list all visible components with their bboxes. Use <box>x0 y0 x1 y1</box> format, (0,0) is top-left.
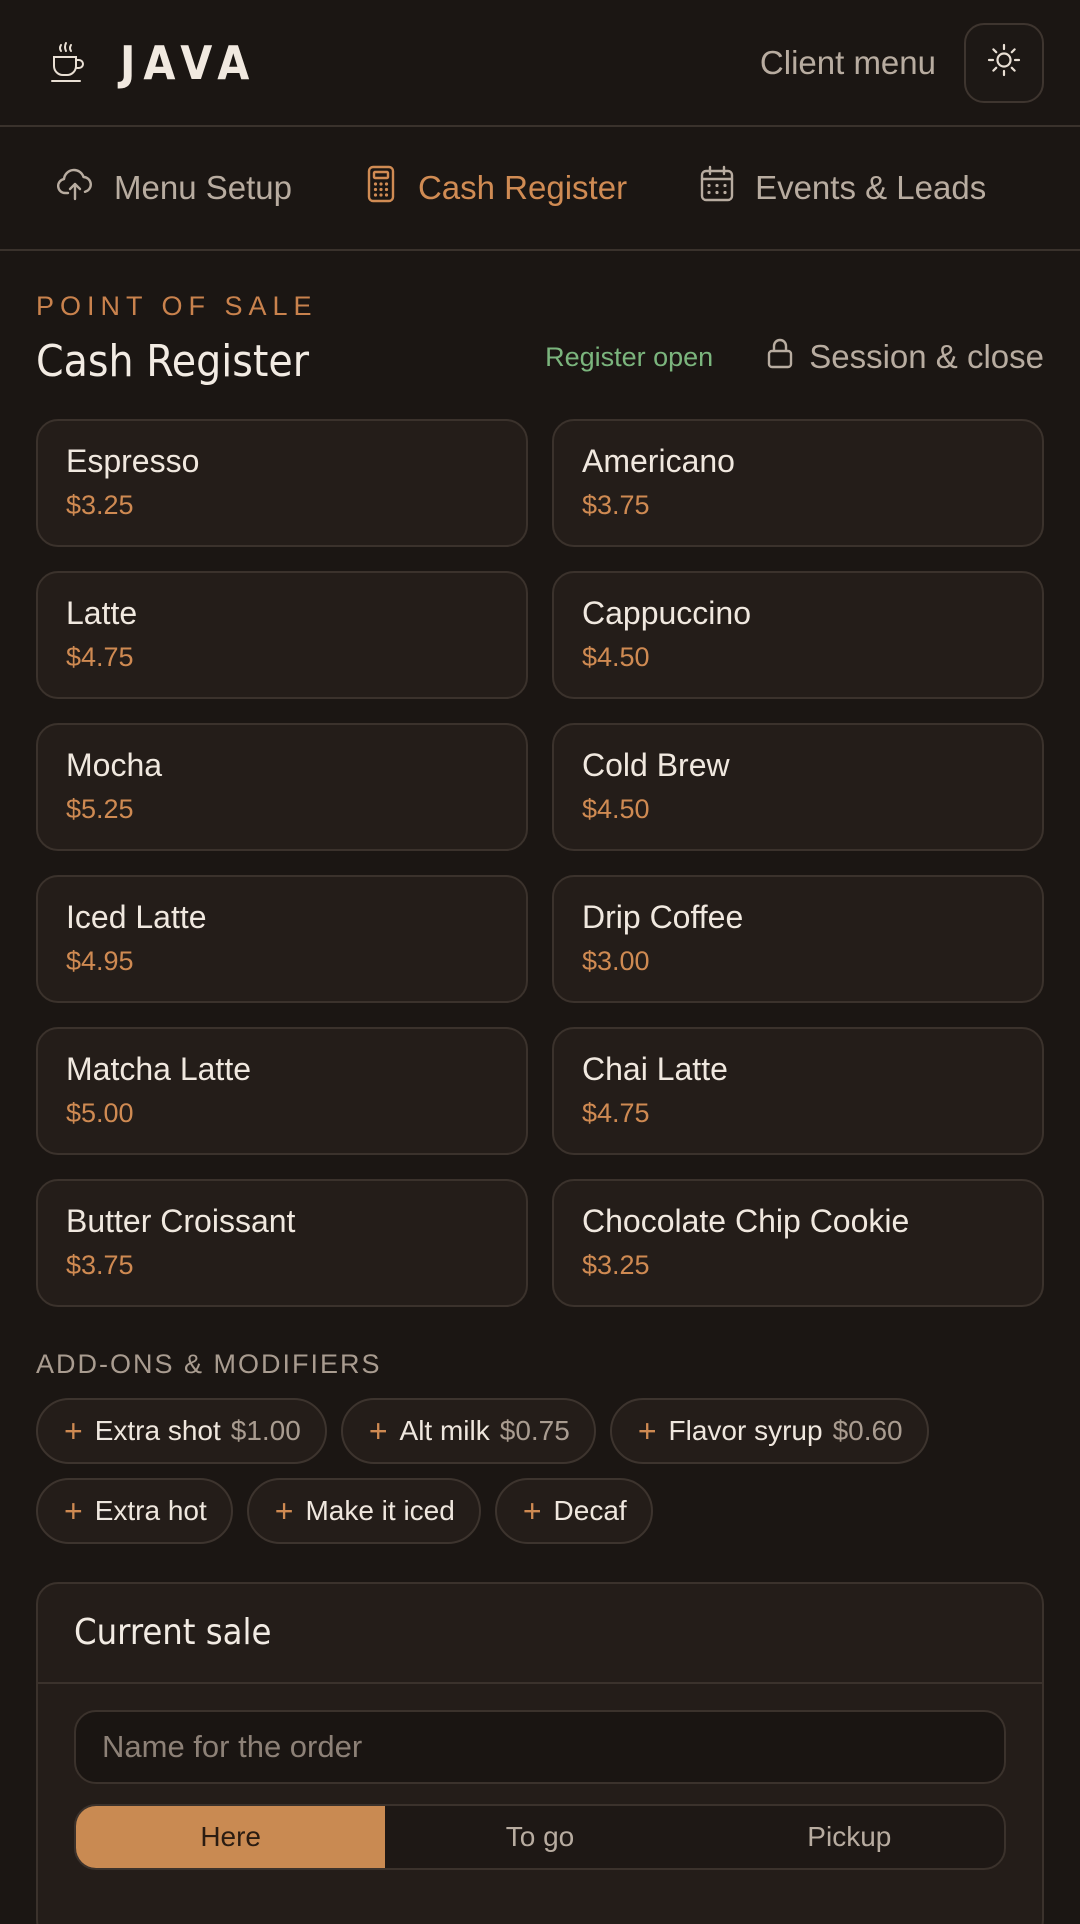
product-price: $5.00 <box>66 1098 134 1128</box>
plus-icon: + <box>274 1492 294 1529</box>
product-price: $4.50 <box>582 642 650 672</box>
addon-chip[interactable]: + Extra shot $1.00 <box>36 1398 327 1464</box>
product-tile[interactable]: Drip Coffee $3.00 <box>552 875 1044 1003</box>
product-price: $4.75 <box>582 1098 650 1128</box>
addon-chip[interactable]: + Decaf <box>494 1478 653 1544</box>
product-name: Espresso <box>66 443 200 479</box>
tab-label: Menu Setup <box>114 169 292 206</box>
product-price: $4.95 <box>66 946 134 976</box>
current-sale-panel: Current sale Here To go Pickup <box>36 1582 1044 1924</box>
addon-chip-list: + Extra shot $1.00 + Alt milk $0.75 + Flavor … <box>0 1398 1080 1558</box>
product-grid: Espresso $3.25 Americano $3.75 Latte $4.75 … <box>0 419 1080 1307</box>
product-price: $4.50 <box>582 794 650 824</box>
product-name: Americano <box>582 443 735 479</box>
product-name: Drip Coffee <box>582 899 744 935</box>
plus-icon: + <box>368 1412 388 1449</box>
product-name: Matcha Latte <box>66 1051 251 1087</box>
lock-icon <box>765 337 809 377</box>
tab-cash-register[interactable]: Cash Register <box>364 165 627 211</box>
product-name: Chocolate Chip Cookie <box>582 1203 910 1239</box>
product-price: $4.75 <box>66 642 134 672</box>
addon-chip[interactable]: + Make it iced <box>246 1478 481 1544</box>
addon-label: Flavor syrup <box>668 1415 823 1446</box>
register-status-badge: Register open <box>545 341 714 372</box>
sale-header: Current sale <box>38 1584 1042 1684</box>
product-tile[interactable]: Iced Latte $4.95 <box>36 875 528 1003</box>
plus-icon: + <box>637 1412 657 1449</box>
tab-menu-setup[interactable]: Menu Setup <box>56 165 292 211</box>
product-name: Mocha <box>66 747 163 783</box>
product-name: Cold Brew <box>582 747 730 783</box>
coffee-cup-icon <box>50 40 90 86</box>
product-name: Chai Latte <box>582 1051 728 1087</box>
addon-price: $0.60 <box>832 1415 903 1446</box>
addon-label: Make it iced <box>305 1495 455 1526</box>
plus-icon: + <box>64 1492 83 1529</box>
order-type-pickup[interactable]: Pickup <box>695 1806 1004 1868</box>
addon-label: Extra shot <box>94 1415 221 1446</box>
addon-label: Decaf <box>553 1495 627 1526</box>
sale-body: Here To go Pickup <box>38 1684 1042 1896</box>
brand-logo-text[interactable]: JAVA <box>120 36 257 90</box>
product-tile[interactable]: Matcha Latte $5.00 <box>36 1027 528 1155</box>
theme-toggle-button[interactable] <box>964 22 1044 103</box>
page-header: POINT OF SALE Cash Register Register ope… <box>0 251 1080 419</box>
session-close-label: Session & close <box>809 338 1044 375</box>
product-name: Butter Croissant <box>66 1203 296 1239</box>
order-name-input[interactable] <box>74 1710 1006 1784</box>
product-name: Iced Latte <box>66 899 207 935</box>
product-name: Latte <box>66 595 138 631</box>
addon-chip[interactable]: + Extra hot <box>36 1478 233 1544</box>
product-name: Cappuccino <box>582 595 751 631</box>
tab-events-leads[interactable]: Events & Leads <box>699 165 986 211</box>
product-tile[interactable]: Chocolate Chip Cookie $3.25 <box>552 1179 1044 1307</box>
top-bar: JAVA Client menu <box>0 0 1080 127</box>
order-type-here[interactable]: Here <box>76 1806 386 1868</box>
plus-icon: + <box>64 1412 83 1449</box>
addon-label: Alt milk <box>399 1415 490 1446</box>
plus-icon: + <box>522 1492 542 1529</box>
addons-heading: ADD-ONS & MODIFIERS <box>36 1349 382 1379</box>
session-close-button[interactable]: Session & close <box>765 337 1044 377</box>
tab-label: Cash Register <box>417 169 628 206</box>
product-tile[interactable]: Chai Latte $4.75 <box>552 1027 1044 1155</box>
main-nav: Menu Setup Cash Register Events & Leads <box>0 127 1080 251</box>
product-tile[interactable]: Espresso $3.25 <box>36 419 528 547</box>
order-type-selector: Here To go Pickup <box>74 1804 1006 1870</box>
product-tile[interactable]: Cold Brew $4.50 <box>552 723 1044 851</box>
client-menu-link[interactable]: Client menu <box>760 44 936 82</box>
page-eyebrow: POINT OF SALE <box>36 291 318 321</box>
order-type-to-go[interactable]: To go <box>385 1806 694 1868</box>
product-price: $3.75 <box>66 1250 134 1280</box>
calendar-icon <box>699 165 755 211</box>
product-price: $3.75 <box>582 490 650 520</box>
addon-chip[interactable]: + Flavor syrup $0.60 <box>609 1398 929 1464</box>
addon-price: $0.75 <box>499 1415 570 1446</box>
product-price: $5.25 <box>66 794 134 824</box>
product-price: $3.25 <box>582 1250 650 1280</box>
product-tile[interactable]: Latte $4.75 <box>36 571 528 699</box>
sun-icon <box>986 42 1022 83</box>
addon-chip[interactable]: + Alt milk $0.75 <box>340 1398 596 1464</box>
addon-label: Extra hot <box>94 1495 207 1526</box>
cloud-upload-icon <box>56 165 114 211</box>
product-price: $3.25 <box>66 490 134 520</box>
product-tile[interactable]: Mocha $5.25 <box>36 723 528 851</box>
calculator-icon <box>364 165 418 211</box>
product-price: $3.00 <box>582 946 650 976</box>
addon-price: $1.00 <box>230 1415 301 1446</box>
sale-title: Current sale <box>74 1612 272 1653</box>
product-tile[interactable]: Americano $3.75 <box>552 419 1044 547</box>
register-controls: Register open Session & close <box>545 337 1044 377</box>
product-tile[interactable]: Butter Croissant $3.75 <box>36 1179 528 1307</box>
product-tile[interactable]: Cappuccino $4.50 <box>552 571 1044 699</box>
tab-label: Events & Leads <box>755 169 987 206</box>
